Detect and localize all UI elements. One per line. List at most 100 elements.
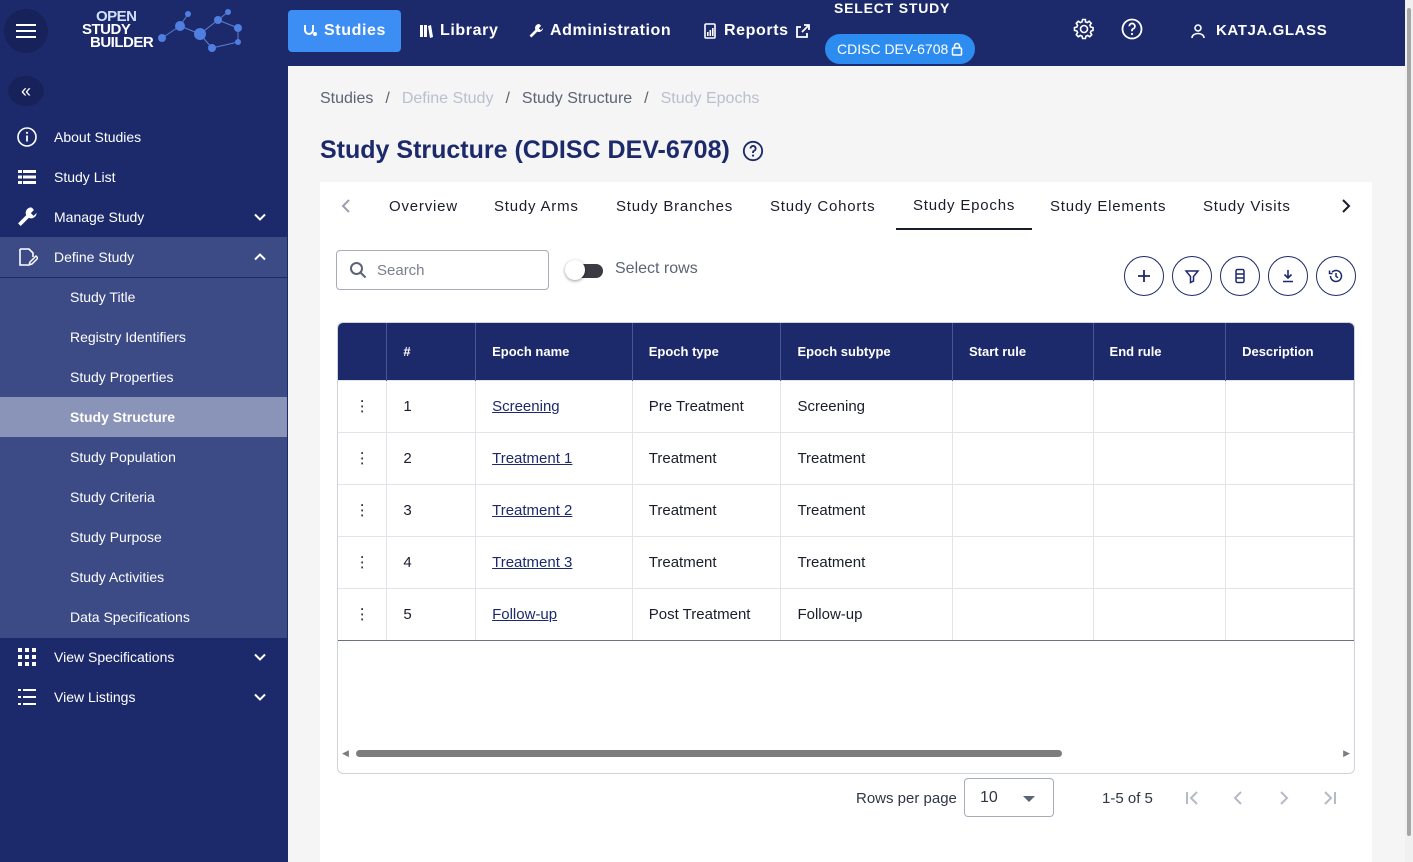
nav-label: Reports (724, 22, 789, 39)
column-header[interactable]: Start rule (952, 323, 1094, 380)
breadcrumb: Studies / Define Study / Study Structure… (320, 90, 759, 108)
table-row: ⋮ 4 Treatment 3 Treatment Treatment (338, 535, 1354, 588)
breadcrumb-item[interactable]: Define Study (402, 90, 494, 108)
help-icon[interactable] (742, 140, 764, 162)
search-icon (350, 262, 367, 279)
edit-document-icon (19, 248, 38, 267)
sidebar-item-study-list[interactable]: Study List (0, 157, 287, 197)
column-header[interactable]: Epoch type (632, 323, 782, 380)
scroll-right-arrow-icon[interactable]: ▶ (1343, 748, 1350, 759)
cell-description (1225, 431, 1354, 484)
help-icon[interactable] (1120, 17, 1144, 41)
download-icon (1283, 270, 1293, 283)
last-page-icon[interactable] (1320, 786, 1340, 810)
epoch-name-link[interactable]: Screening (492, 398, 560, 415)
row-actions-icon[interactable]: ⋮ (355, 553, 370, 571)
tab-study-arms[interactable]: Study Arms (477, 182, 596, 230)
user-menu[interactable]: KATJA.GLASS (1190, 22, 1327, 39)
sidebar-item-label: Study Activities (70, 569, 165, 585)
row-actions-icon[interactable]: ⋮ (355, 449, 370, 467)
scrollbar-thumb[interactable] (356, 750, 1062, 757)
settings-gear-icon[interactable] (1072, 17, 1096, 41)
sidebar-subitem-study-properties[interactable]: Study Properties (0, 357, 287, 397)
sidebar-item-label: About Studies (54, 129, 142, 145)
breadcrumb-item[interactable]: Studies (320, 90, 373, 108)
lock-icon (952, 42, 963, 56)
filter-icon (1184, 270, 1200, 284)
first-page-icon[interactable] (1182, 786, 1202, 810)
sidebar-subitem-study-purpose[interactable]: Study Purpose (0, 517, 287, 557)
sidebar-item-view-listings[interactable]: View Listings (0, 677, 287, 717)
tab-study-epochs[interactable]: Study Epochs (896, 182, 1033, 230)
breadcrumb-item[interactable]: Study Structure (522, 90, 632, 108)
sidebar-item-view-specifications[interactable]: View Specifications (0, 637, 287, 677)
sidebar-subitem-data-specifications[interactable]: Data Specifications (0, 597, 287, 637)
column-header[interactable]: Description (1225, 323, 1354, 380)
nav-administration[interactable]: Administration (514, 10, 685, 52)
study-selector-chip[interactable]: CDISC DEV-6708 (825, 34, 976, 64)
next-page-icon[interactable] (1274, 786, 1294, 810)
row-actions-icon[interactable]: ⋮ (355, 501, 370, 519)
scroll-left-arrow-icon[interactable]: ◀ (342, 748, 349, 759)
history-button[interactable] (1316, 256, 1356, 296)
column-header[interactable]: # (386, 323, 477, 380)
chevron-left-icon[interactable] (336, 196, 356, 216)
tab-study-visits[interactable]: Study Visits (1186, 182, 1308, 230)
sidebar-subitem-registry-identifiers[interactable]: Registry Identifiers (0, 317, 287, 357)
nav-studies[interactable]: Studies (288, 10, 401, 52)
column-header-actions (338, 323, 388, 380)
tab-label: Overview (389, 197, 458, 215)
cell-epoch-type: Treatment (632, 483, 782, 536)
filter-button[interactable] (1172, 256, 1212, 296)
cell-epoch-type: Post Treatment (632, 587, 782, 641)
person-icon (1191, 23, 1205, 38)
download-button[interactable] (1268, 256, 1308, 296)
rows-per-page-label: Rows per page (856, 790, 957, 807)
row-actions-icon[interactable]: ⋮ (355, 605, 370, 623)
add-button[interactable] (1124, 256, 1164, 296)
collapse-sidebar-icon[interactable]: « (8, 76, 44, 106)
epoch-name-link[interactable]: Treatment 3 (492, 554, 572, 571)
nav-library[interactable]: Library (404, 10, 512, 52)
tab-study-branches[interactable]: Study Branches (599, 182, 750, 230)
previous-page-icon[interactable] (1228, 786, 1248, 810)
tab-study-cohorts[interactable]: Study Cohorts (753, 182, 892, 230)
columns-button[interactable] (1220, 256, 1260, 296)
sidebar-item-label: Study Properties (70, 369, 174, 385)
epoch-name-link[interactable]: Treatment 2 (492, 502, 572, 519)
nav-reports[interactable]: Reports (688, 10, 825, 52)
menu-icon[interactable] (4, 9, 48, 53)
cell-description (1225, 483, 1354, 536)
sidebar-subitem-study-structure[interactable]: Study Structure (0, 397, 287, 437)
column-header[interactable]: End rule (1093, 323, 1227, 380)
logo-line: BUILDER (90, 34, 154, 51)
page-vertical-scrollbar[interactable] (1405, 0, 1413, 862)
chevron-right-icon[interactable] (1336, 196, 1356, 216)
tab-study-elements[interactable]: Study Elements (1033, 182, 1183, 230)
column-header[interactable]: Epoch name (475, 323, 633, 380)
sidebar-subitem-study-activities[interactable]: Study Activities (0, 557, 287, 597)
sidebar-subitem-study-criteria[interactable]: Study Criteria (0, 477, 287, 517)
nav-label: Studies (324, 22, 386, 39)
tab-overview[interactable]: Overview (372, 182, 475, 230)
app-logo[interactable]: OPEN STUDY BUILDER (82, 8, 252, 56)
sidebar-item-about-studies[interactable]: About Studies (0, 117, 287, 157)
sidebar-subitem-study-title[interactable]: Study Title (0, 277, 287, 317)
breadcrumb-separator: / (505, 90, 510, 107)
chevron-up-icon (254, 253, 266, 261)
sidebar-item-manage-study[interactable]: Manage Study (0, 197, 287, 237)
sidebar-item-label: Data Specifications (70, 609, 190, 625)
rows-per-page-select[interactable]: 10 (964, 778, 1054, 817)
cell-number: 4 (386, 535, 477, 588)
tab-bar: Overview Study Arms Study Branches Study… (320, 182, 1372, 230)
epoch-name-link[interactable]: Treatment 1 (492, 450, 572, 467)
select-rows-toggle[interactable] (565, 260, 603, 280)
column-header[interactable]: Epoch subtype (780, 323, 954, 380)
search-input[interactable]: Search (336, 250, 549, 290)
horizontal-scrollbar[interactable]: ◀ ▶ (342, 748, 1350, 758)
scrollbar-thumb[interactable] (1407, 8, 1411, 836)
sidebar-subitem-study-population[interactable]: Study Population (0, 437, 287, 477)
row-actions-icon[interactable]: ⋮ (355, 397, 370, 415)
epoch-name-link[interactable]: Follow-up (492, 606, 557, 623)
sidebar-item-define-study[interactable]: Define Study (0, 237, 287, 277)
